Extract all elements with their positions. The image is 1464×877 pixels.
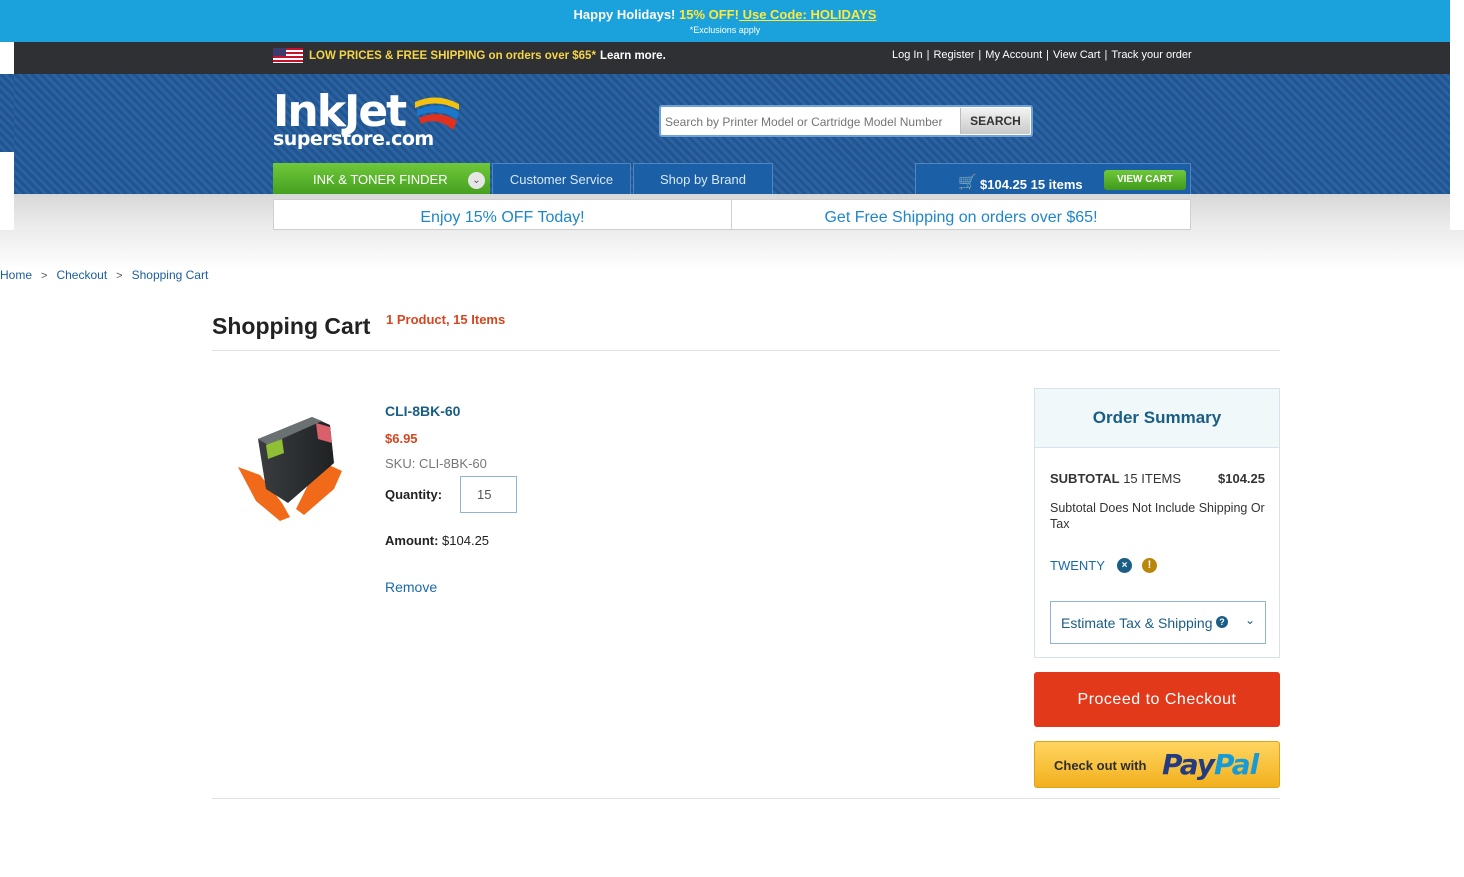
amount-label: Amount: bbox=[385, 533, 439, 548]
help-icon[interactable]: ? bbox=[1216, 616, 1228, 628]
paypal-checkout-button[interactable]: Check out with PayPal bbox=[1034, 741, 1280, 788]
search-bar: SEARCH bbox=[659, 105, 1033, 137]
view-cart-link[interactable]: View Cart bbox=[1053, 49, 1100, 61]
estimate-label: Estimate Tax & Shipping bbox=[1061, 615, 1213, 631]
us-flag-icon bbox=[273, 48, 303, 63]
divider bbox=[212, 350, 1280, 351]
breadcrumb-home[interactable]: Home bbox=[0, 268, 32, 282]
product-price: $6.95 bbox=[385, 431, 418, 446]
remove-link[interactable]: Remove bbox=[385, 579, 437, 595]
top-utility-bar: LOW PRICES & FREE SHIPPING on orders ove… bbox=[14, 42, 1450, 74]
header-edge bbox=[0, 74, 14, 152]
mini-cart-total: $104.25 15 items bbox=[980, 177, 1083, 192]
divider bbox=[212, 798, 1280, 799]
proceed-to-checkout-button[interactable]: Proceed to Checkout bbox=[1034, 672, 1280, 727]
warning-icon[interactable]: ! bbox=[1142, 558, 1157, 573]
chevron-down-icon: ⌄ bbox=[1244, 613, 1255, 627]
chevron-right-icon: > bbox=[116, 270, 123, 282]
search-button[interactable]: SEARCH bbox=[960, 108, 1030, 134]
site-logo[interactable]: InkJet superstore.com bbox=[273, 86, 473, 152]
cart-icon: 🛒 bbox=[958, 174, 977, 191]
register-link[interactable]: Register bbox=[933, 49, 974, 61]
subtotal-items: 15 ITEMS bbox=[1119, 471, 1181, 486]
promo-offer: 15% OFF! bbox=[675, 7, 739, 22]
subtotal-note: Subtotal Does Not Include Shipping Or Ta… bbox=[1050, 501, 1265, 531]
offer-free-shipping[interactable]: Get Free Shipping on orders over $65! bbox=[732, 200, 1190, 229]
site-header: InkJet superstore.com SEARCH INK & TONER… bbox=[14, 74, 1450, 199]
page-title: Shopping Cart bbox=[212, 313, 371, 339]
quantity-input[interactable] bbox=[460, 476, 517, 513]
amount-value: $104.25 bbox=[438, 533, 490, 548]
free-shipping-notice: LOW PRICES & FREE SHIPPING on orders ove… bbox=[309, 50, 666, 62]
subtotal-heading: SUBTOTAL bbox=[1050, 471, 1120, 486]
view-cart-button[interactable]: VIEW CART bbox=[1104, 170, 1186, 190]
promo-code-link[interactable]: Use Code: HOLIDAYS bbox=[739, 7, 877, 22]
product-sku: SKU: CLI-8BK-60 bbox=[385, 456, 487, 471]
product-name-link[interactable]: CLI-8BK-60 bbox=[385, 403, 460, 419]
promo-lead: Happy Holidays! bbox=[573, 7, 676, 22]
cart-count: 1 Product, 15 Items bbox=[386, 312, 506, 327]
subtotal-label: SUBTOTAL 15 ITEMS bbox=[1050, 471, 1181, 486]
promo-banner: Happy Holidays! 15% OFF! Use Code: HOLID… bbox=[0, 0, 1450, 42]
paypal-pay: Pay bbox=[1162, 748, 1215, 781]
product-image[interactable] bbox=[230, 405, 350, 525]
subtotal-value: $104.25 bbox=[1218, 471, 1265, 486]
header-fade bbox=[0, 230, 1464, 270]
estimate-tax-shipping-toggle[interactable]: Estimate Tax & Shipping ? ⌄ bbox=[1050, 601, 1266, 644]
breadcrumb-checkout[interactable]: Checkout bbox=[56, 268, 107, 282]
promo-fine-print: *Exclusions apply bbox=[689, 25, 761, 35]
quantity-label: Quantity: bbox=[385, 487, 443, 502]
paypal-logo: PayPal bbox=[1162, 748, 1259, 781]
offer-discount[interactable]: Enjoy 15% OFF Today! bbox=[274, 200, 732, 229]
breadcrumb: Home > Checkout > Shopping Cart bbox=[0, 268, 208, 282]
account-links: Log In | Register | My Account | View Cart | Tra… bbox=[892, 49, 1192, 61]
breadcrumb-shopping-cart[interactable]: Shopping Cart bbox=[132, 268, 209, 282]
ink-toner-finder-label: INK & TONER FINDER bbox=[313, 172, 448, 187]
my-account-link[interactable]: My Account bbox=[985, 49, 1042, 61]
free-shipping-text: LOW PRICES & FREE SHIPPING on orders ove… bbox=[309, 50, 596, 62]
login-link[interactable]: Log In bbox=[892, 49, 923, 61]
logo-sub-text: superstore.com bbox=[273, 128, 434, 150]
paypal-prefix: Check out with bbox=[1054, 758, 1147, 773]
chevron-right-icon: > bbox=[41, 270, 48, 282]
order-summary-title: Order Summary bbox=[1035, 389, 1279, 448]
coupon-code: TWENTY bbox=[1050, 558, 1105, 573]
product-amount: Amount: $104.25 bbox=[385, 533, 489, 548]
chevron-down-icon: ⌄ bbox=[468, 172, 485, 189]
track-order-link[interactable]: Track your order bbox=[1111, 49, 1191, 61]
remove-coupon-icon[interactable]: × bbox=[1117, 558, 1132, 573]
learn-more-link[interactable]: Learn more. bbox=[600, 50, 666, 62]
order-summary: Order Summary SUBTOTAL 15 ITEMS $104.25 … bbox=[1034, 388, 1280, 658]
paypal-pal: Pal bbox=[1214, 748, 1259, 781]
offer-bar: Enjoy 15% OFF Today! Get Free Shipping o… bbox=[273, 199, 1191, 230]
promo-text: Happy Holidays! 15% OFF! Use Code: HOLID… bbox=[0, 7, 1450, 22]
search-input[interactable] bbox=[665, 111, 959, 133]
